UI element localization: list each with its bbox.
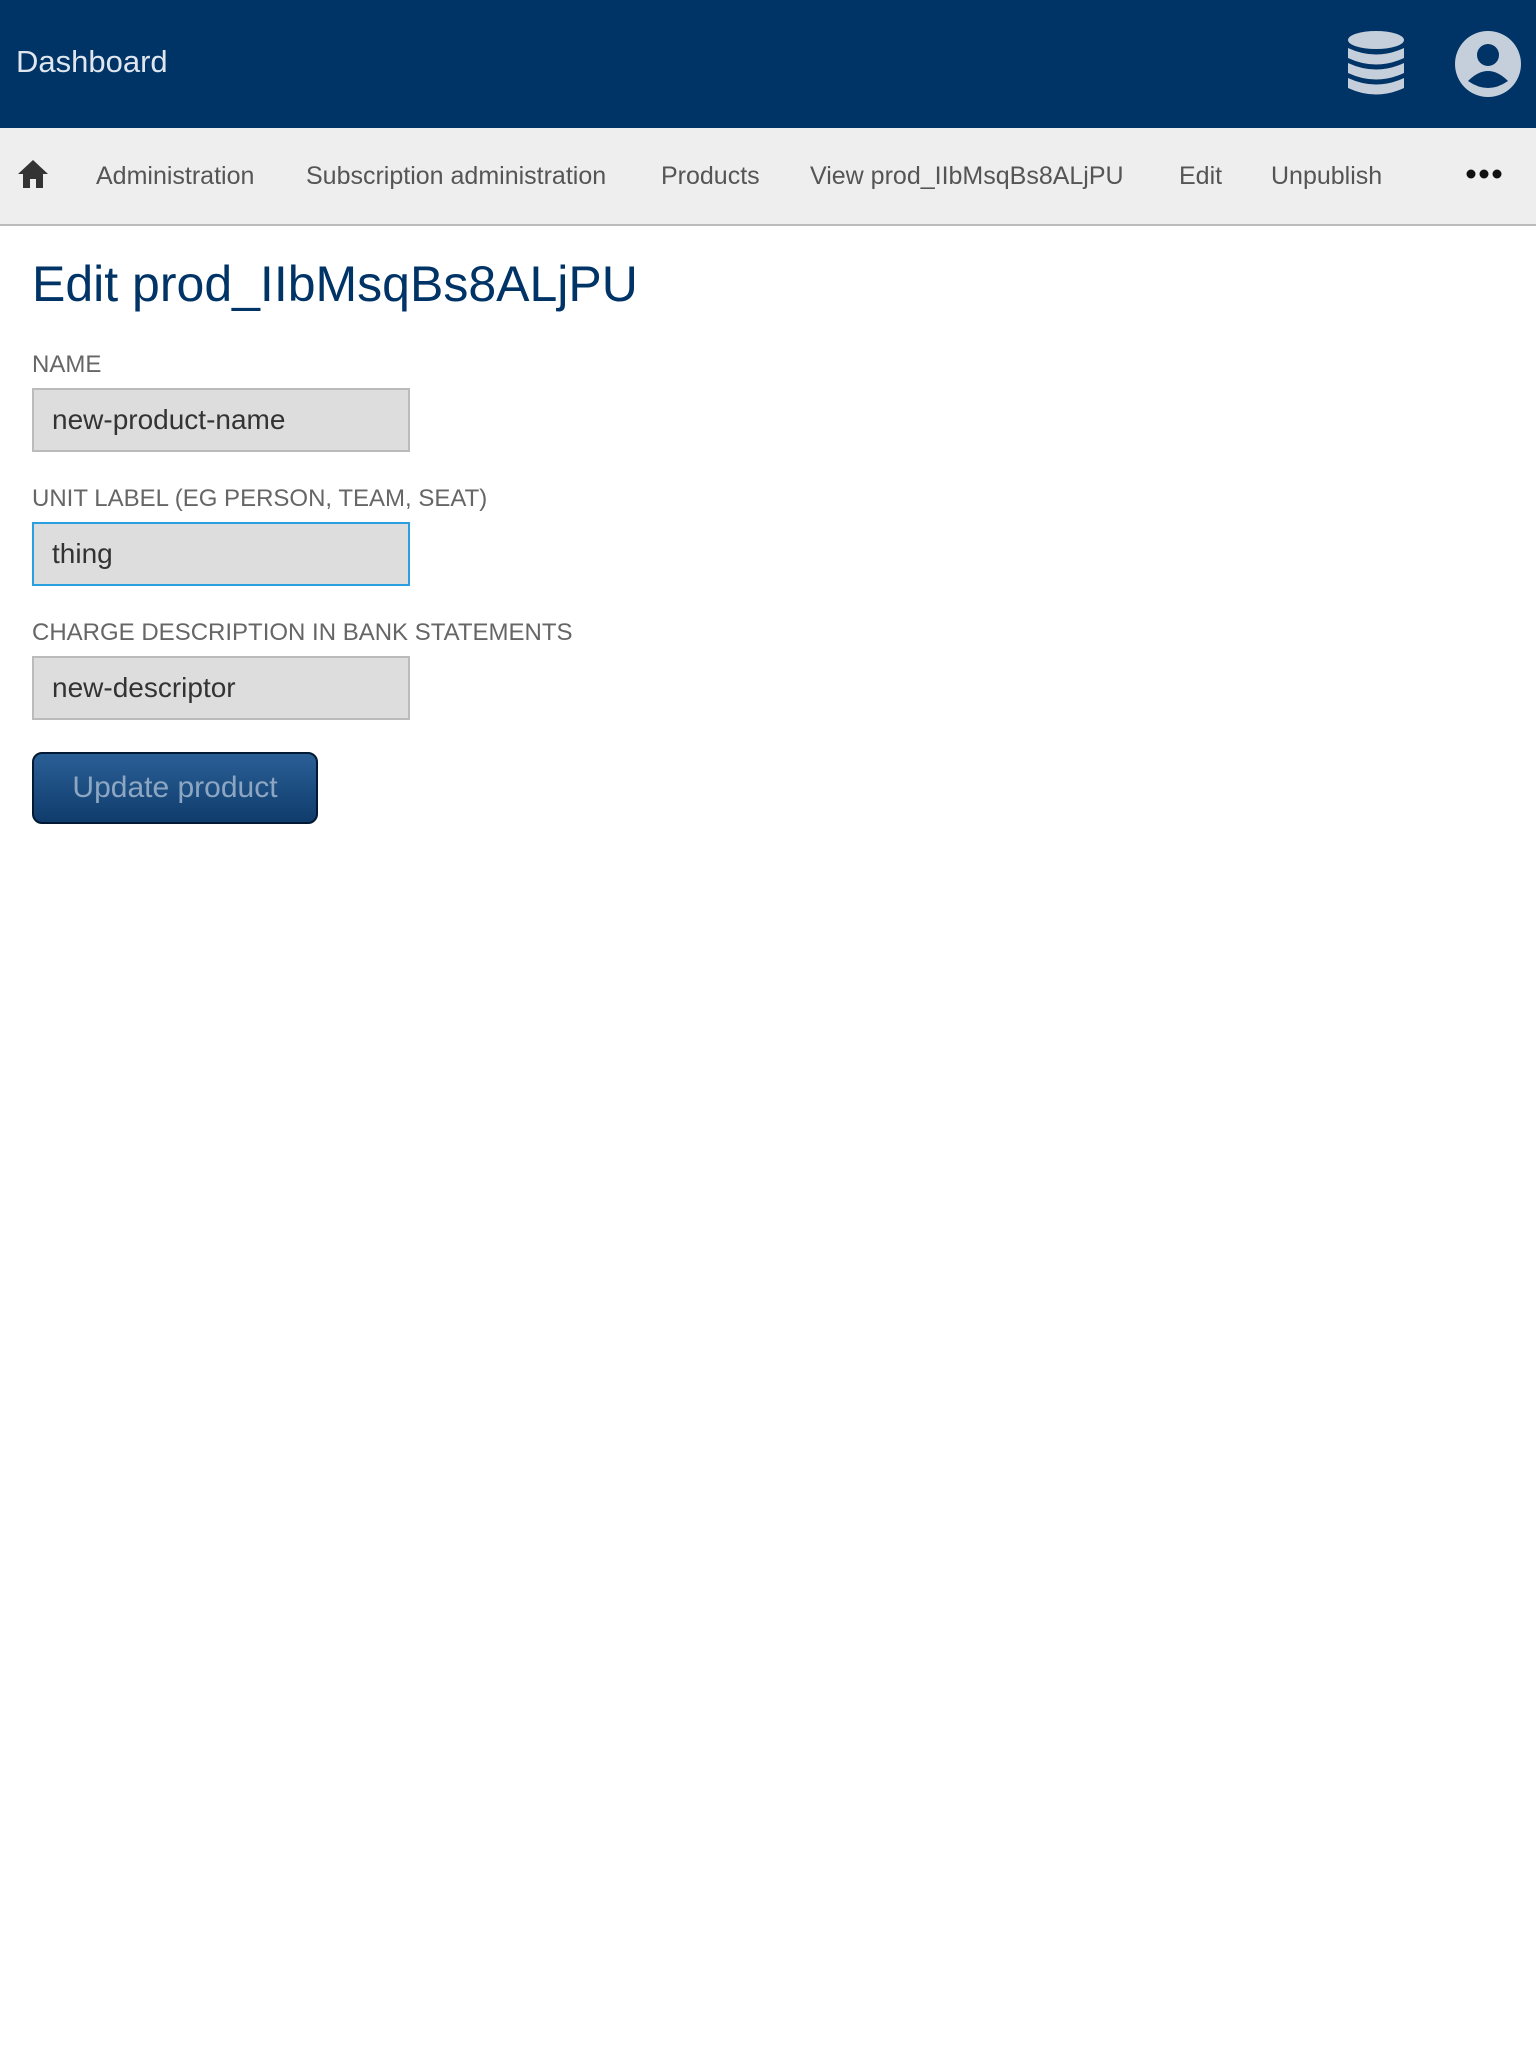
descriptor-input[interactable] [32,656,410,720]
nav-link-edit[interactable]: Edit [1179,160,1222,192]
top-header: Dashboard [0,0,1536,128]
user-account-icon[interactable] [1454,30,1522,98]
nav-link-products[interactable]: Products [661,160,760,192]
nav-link-unpublish[interactable]: Unpublish [1271,160,1382,192]
nav-link-view-product[interactable]: View prod_IIbMsqBs8ALjPU [810,160,1124,192]
unit-label-label: UNIT LABEL (EG PERSON, TEAM, SEAT) [32,485,488,512]
nav-link-subscription-administration[interactable]: Subscription administration [306,160,606,192]
name-label: NAME [32,351,102,378]
update-product-button[interactable]: Update product [32,752,318,824]
descriptor-label: CHARGE DESCRIPTION IN BANK STATEMENTS [32,619,573,646]
breadcrumb-nav: Administration Subscription administrati… [0,128,1536,226]
database-icon[interactable] [1346,30,1406,98]
name-input[interactable] [32,388,410,452]
dashboard-link[interactable]: Dashboard [16,40,168,84]
more-dots-icon[interactable] [1466,166,1502,182]
page-title: Edit prod_IIbMsqBs8ALjPU [32,256,638,312]
unit-label-input[interactable] [32,522,410,586]
home-icon[interactable] [16,157,50,191]
nav-link-administration[interactable]: Administration [96,160,254,192]
